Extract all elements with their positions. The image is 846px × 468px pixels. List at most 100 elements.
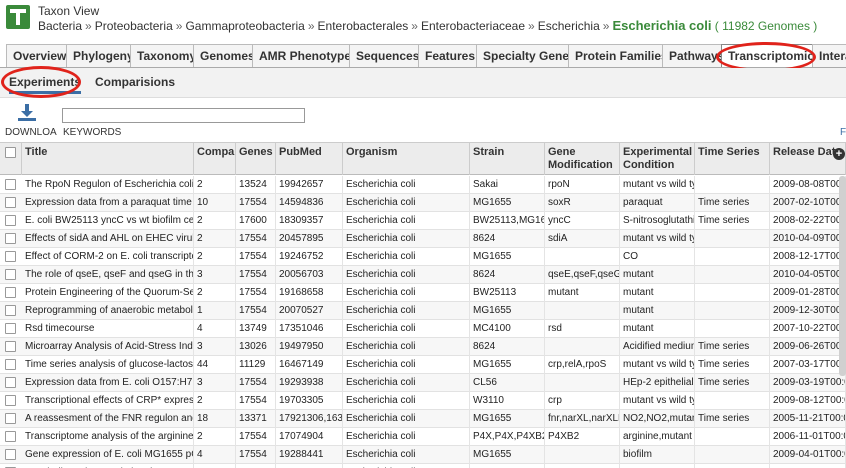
cell-time-series [695, 266, 770, 284]
download-label[interactable]: DOWNLOA [5, 127, 57, 138]
download-icon[interactable] [17, 104, 37, 122]
table-row[interactable]: A reassesment of the FNR regulon and th 1… [0, 410, 846, 428]
breadcrumb-item[interactable]: Enterobacteriaceae [421, 19, 525, 33]
subtab-experiments[interactable]: Experiments [9, 75, 82, 94]
column-comparisons[interactable]: Compari [194, 143, 236, 175]
cell-comparisons: 1 [194, 302, 236, 320]
add-column-icon[interactable]: + [833, 148, 845, 160]
tab-specialty-genes[interactable]: Specialty Genes [476, 44, 583, 67]
breadcrumb-item[interactable]: Escherichia [538, 19, 600, 33]
table-row[interactable]: Reprogramming of anaerobic metabolism 1 17… [0, 302, 846, 320]
tab-protein-families[interactable]: Protein Families [568, 44, 675, 67]
row-checkbox[interactable] [5, 287, 16, 298]
cell-experimental-condition: HEp-2 epithelial cell [620, 374, 695, 392]
tab-features[interactable]: Features [418, 44, 483, 67]
row-checkbox[interactable] [5, 359, 16, 370]
cell-experimental-condition: paraquat [620, 194, 695, 212]
cell-gene-modification: sdiA [545, 230, 620, 248]
column-experimental-condition[interactable]: Experimental Condition [620, 143, 695, 175]
breadcrumb-item[interactable]: Gammaproteobacteria [185, 19, 304, 33]
tab-overview[interactable]: Overview [6, 44, 74, 67]
row-checkbox[interactable] [5, 449, 16, 460]
cell-release-date: 2009-12-30T00:0 [770, 302, 846, 320]
cell-strain: MG1655 [470, 302, 545, 320]
row-checkbox[interactable] [5, 377, 16, 388]
table-row[interactable]: Microarray Analysis of Acid-Stress Induc… [0, 338, 846, 356]
cell-title: Gene expression of E. coli MG1655 pOX3 [22, 446, 194, 464]
row-checkbox[interactable] [5, 197, 16, 208]
cell-organism: Escherichia coli [343, 302, 470, 320]
table-row[interactable]: Transcriptional effects of CRP* expressi… [0, 392, 846, 410]
row-checkbox[interactable] [5, 341, 16, 352]
cell-pubmed: 16467149 [276, 356, 343, 374]
subtab-comparisons[interactable]: Comparisions [95, 75, 175, 89]
row-checkbox[interactable] [5, 323, 16, 334]
cell-time-series [695, 284, 770, 302]
cell-comparisons: 18 [194, 410, 236, 428]
filter-label[interactable]: F [840, 127, 846, 138]
row-checkbox[interactable] [5, 269, 16, 280]
table-row[interactable]: Expression data from E. coli O157:H7 gro… [0, 374, 846, 392]
cell-gene-modification [545, 338, 620, 356]
tab-amr-phenotypes[interactable]: AMR Phenotypes [252, 44, 365, 67]
cell-strain: MG1655 [470, 410, 545, 428]
cell-strain: BW25113,MG1655 [470, 212, 545, 230]
cell-gene-modification: crp,relA,rpoS [545, 356, 620, 374]
cell-comparisons: 10 [194, 194, 236, 212]
cell-comparisons: 2 [194, 248, 236, 266]
table-row[interactable]: Effect of CORM-2 on E. coli transcriptom… [0, 248, 846, 266]
keywords-input[interactable] [62, 108, 305, 123]
tab-interactions[interactable]: Intera [812, 44, 846, 67]
table-row[interactable]: Effects of sidA and AHL on EHEC virulenc… [0, 230, 846, 248]
cell-release-date: 2009-04-01T00:0 [770, 446, 846, 464]
column-pubmed[interactable]: PubMed [276, 143, 343, 175]
cell-pubmed: 19703305 [276, 392, 343, 410]
cell-gene-modification [545, 248, 620, 266]
cell-time-series [695, 248, 770, 266]
cell-experimental-condition: CO [620, 248, 695, 266]
row-checkbox[interactable] [5, 179, 16, 190]
cell-genes: 17554 [236, 302, 276, 320]
breadcrumb-item[interactable]: Bacteria [38, 19, 82, 33]
cell-gene-modification: soxR [545, 194, 620, 212]
cell-experimental-condition: mutant vs wild type [620, 176, 695, 194]
tab-sequences[interactable]: Sequences [349, 44, 427, 67]
column-title[interactable]: Title [22, 143, 194, 175]
breadcrumb-separator: » [411, 19, 418, 33]
row-checkbox[interactable] [5, 395, 16, 406]
column-time-series[interactable]: Time Series [695, 143, 770, 175]
table-row[interactable]: Time series analysis of glucose-lactose … [0, 356, 846, 374]
cell-genes: 13371 [236, 410, 276, 428]
column-release-date[interactable]: Release Date [770, 143, 846, 175]
row-checkbox[interactable] [5, 431, 16, 442]
cell-comparisons: 2 [194, 230, 236, 248]
table-row[interactable]: Expression data from a paraquat time cou… [0, 194, 846, 212]
column-gene-modification[interactable]: Gene Modification [545, 143, 620, 175]
table-row[interactable]: The RpoN Regulon of Escherichia coli O1 2… [0, 176, 846, 194]
genome-count[interactable]: ( 11982 Genomes ) [715, 19, 818, 33]
table-row[interactable]: Protein Engineering of the Quorum-Sensin… [0, 284, 846, 302]
table-row[interactable]: The role of qseE, qseF and qseG in the r… [0, 266, 846, 284]
table-row[interactable]: Transcriptome analysis of the arginine r… [0, 428, 846, 446]
table-row[interactable]: Rsd timecourse 4 13749 17351046 Escherichia … [0, 320, 846, 338]
breadcrumb-item[interactable]: Enterobacterales [318, 19, 409, 33]
breadcrumb-item[interactable]: Proteobacteria [95, 19, 173, 33]
row-checkbox[interactable] [5, 413, 16, 424]
table-row[interactable]: E. coli BW25113 yncC vs wt biofilm cells… [0, 212, 846, 230]
table-row[interactable]: Metabolic and transcriptional response t… [0, 464, 846, 468]
cell-pubmed: 20457895 [276, 230, 343, 248]
cell-release-date: 2007-03-17T00:0 [770, 356, 846, 374]
row-checkbox[interactable] [5, 215, 16, 226]
table-row[interactable]: Gene expression of E. coli MG1655 pOX3 4 1… [0, 446, 846, 464]
cell-organism: Escherichia coli [343, 338, 470, 356]
column-genes[interactable]: Genes [236, 143, 276, 175]
vertical-scrollbar[interactable] [839, 176, 846, 376]
select-all-checkbox[interactable] [5, 147, 16, 158]
row-checkbox[interactable] [5, 305, 16, 316]
row-checkbox[interactable] [5, 251, 16, 262]
cell-time-series [695, 428, 770, 446]
cell-experimental-condition: biofilm [620, 446, 695, 464]
column-organism[interactable]: Organism [343, 143, 470, 175]
column-strain[interactable]: Strain [470, 143, 545, 175]
row-checkbox[interactable] [5, 233, 16, 244]
